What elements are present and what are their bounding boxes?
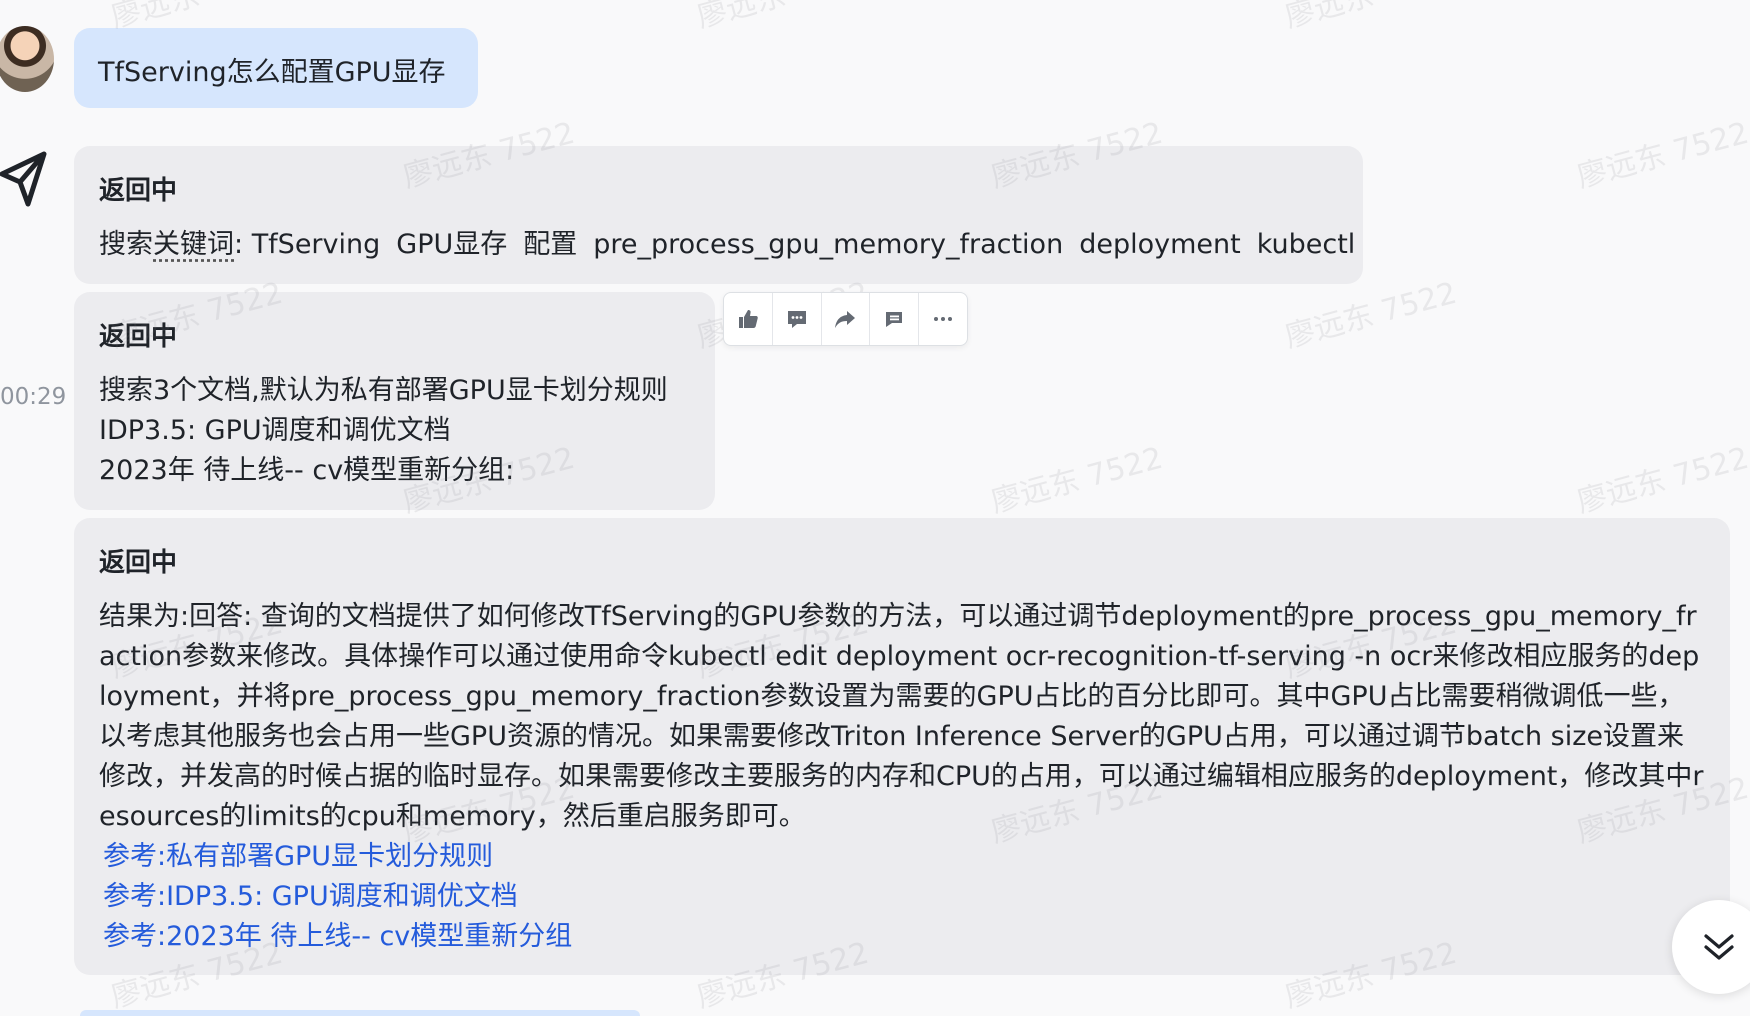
- keyword: deployment: [1079, 229, 1241, 260]
- send-icon: [0, 151, 47, 207]
- answer-text: 结果为:回答: 查询的文档提供了如何修改TfServing的GPU参数的方法，可…: [99, 601, 1704, 832]
- thumbs-up-icon: [738, 310, 758, 328]
- keywords-label: 搜索关键词: [99, 229, 234, 260]
- keyword: GPU显存: [396, 229, 508, 260]
- more-button[interactable]: [919, 293, 967, 345]
- watermark-text: 廖远东 7522: [1573, 440, 1750, 521]
- search-keywords-line: 搜索关键词: TfServing GPU显存 配置 pre_process_gpu_m…: [99, 229, 1356, 260]
- keyword: kubectl: [1256, 229, 1356, 260]
- message-status-title: 返回中: [99, 548, 178, 578]
- reference-link[interactable]: 参考:私有部署GPU显卡划分规则: [99, 837, 1705, 877]
- scroll-to-bottom-button[interactable]: [1672, 900, 1750, 994]
- comment-button[interactable]: [773, 293, 822, 345]
- user-message-text: TfServing怎么配置GPU显存: [98, 57, 446, 88]
- watermark-text: 廖远东 7522: [691, 0, 872, 36]
- bot-message-answer[interactable]: 返回中 结果为:回答: 查询的文档提供了如何修改TfServing的GPU参数的…: [74, 518, 1730, 975]
- bot-message-documents[interactable]: 返回中 搜索3个文档,默认为私有部署GPU显卡划分规则 IDP3.5: GPU调…: [74, 292, 715, 510]
- comment-icon: [787, 311, 806, 328]
- message-action-bar: [723, 292, 968, 346]
- document-line: 搜索3个文档,默认为私有部署GPU显卡划分规则: [99, 375, 668, 406]
- quote-icon: [886, 312, 903, 327]
- user-message-bubble[interactable]: TfServing怎么配置GPU显存: [74, 28, 478, 108]
- more-icon: [934, 317, 953, 321]
- next-message-bubble-edge: [80, 1010, 640, 1016]
- bot-message-keywords[interactable]: 返回中 搜索关键词: TfServing GPU显存 配置 pre_process_g…: [74, 146, 1363, 284]
- user-avatar[interactable]: [0, 26, 54, 92]
- quote-button[interactable]: [870, 293, 920, 345]
- double-chevron-down-icon: [1704, 934, 1734, 960]
- message-status-title: 返回中: [99, 322, 178, 352]
- reference-link[interactable]: 参考:IDP3.5: GPU调度和调优文档: [99, 877, 1705, 917]
- keywords-label-term: 关键词: [153, 229, 234, 260]
- keyword: 配置: [523, 229, 578, 260]
- forward-button[interactable]: [822, 293, 871, 345]
- watermark-text: 廖远东 7522: [1573, 115, 1750, 196]
- message-timestamp: 00:29: [0, 384, 67, 410]
- keyword: TfServing: [251, 229, 381, 260]
- keywords-label-prefix: 搜索: [99, 229, 153, 260]
- watermark-text: 廖远东 7522: [1279, 0, 1460, 36]
- document-line: IDP3.5: GPU调度和调优文档: [99, 415, 451, 446]
- keyword: pre_process_gpu_memory_fraction: [593, 229, 1064, 260]
- forward-icon: [835, 311, 856, 328]
- reference-link[interactable]: 参考:2023年 待上线-- cv模型重新分组: [99, 917, 1705, 957]
- document-line: 2023年 待上线-- cv模型重新分组:: [99, 455, 515, 486]
- watermark-text: 廖远东 7522: [987, 440, 1167, 521]
- chat-page: TfServing怎么配置GPU显存 返回中 搜索关键词: TfServing G…: [0, 0, 1750, 1016]
- message-status-title: 返回中: [99, 176, 178, 206]
- like-button[interactable]: [724, 293, 773, 345]
